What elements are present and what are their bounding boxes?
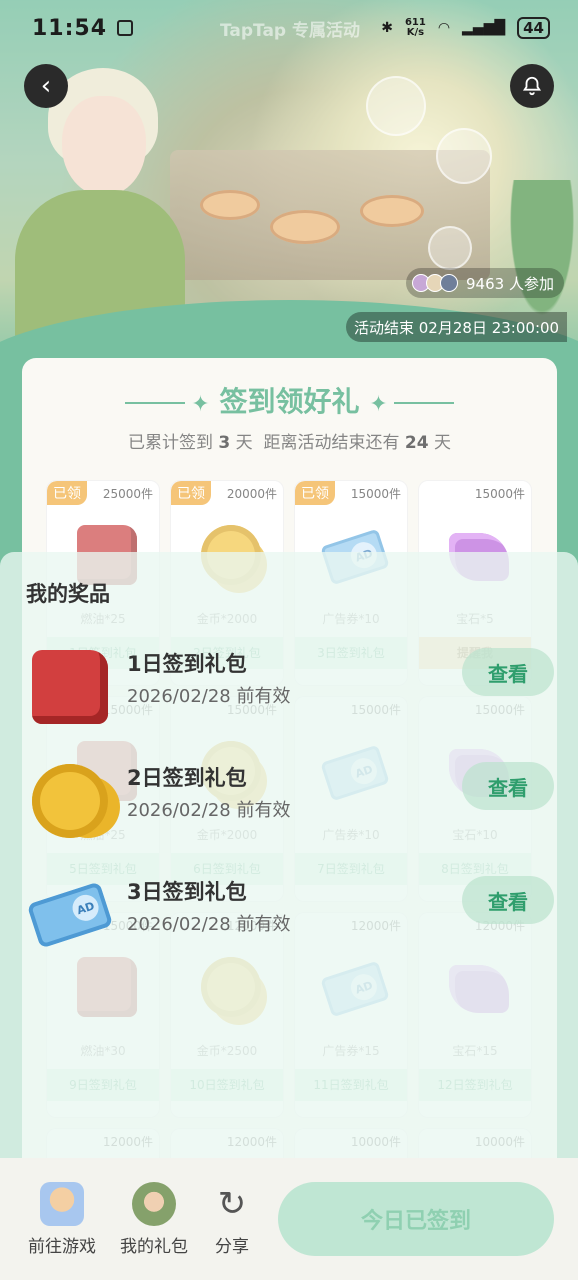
participants-badge: 9463 人参加: [406, 268, 564, 298]
wifi-icon: ◠: [437, 20, 451, 36]
prize-validity: 2026/02/28 前有效: [127, 800, 291, 821]
fuel-can-icon: [32, 650, 108, 724]
prize-name: 2日签到礼包: [127, 766, 247, 790]
gold-coins-icon: [32, 764, 108, 838]
participants-count: 9463 人参加: [466, 274, 554, 293]
status-bar: 11:54 TapTap 专属活动 ✱ 611 K/s ◠ ▂▄▆█ 44: [0, 0, 578, 56]
ad-ticket-icon: [26, 881, 114, 949]
my-gifts-label: 我的礼包: [120, 1237, 188, 1257]
bottom-action-bar: 前往游戏 我的礼包 ↻ 分享 今日已签到: [0, 1158, 578, 1280]
go-to-game-button[interactable]: 前往游戏: [22, 1182, 102, 1257]
prize-name: 3日签到礼包: [127, 880, 247, 904]
view-prize-button[interactable]: 查看: [462, 648, 554, 696]
go-to-game-label: 前往游戏: [28, 1237, 96, 1257]
share-icon: ↻: [217, 1184, 247, 1224]
signal-icon: ▂▄▆█: [462, 20, 506, 36]
event-end-time: 活动结束 02月28日 23:00:00: [346, 312, 568, 342]
status-time: 11:54: [32, 15, 108, 41]
net-speed-unit: K/s: [406, 27, 425, 38]
share-label: 分享: [215, 1237, 249, 1257]
prize-name: 1日签到礼包: [127, 652, 247, 676]
notification-icon: [117, 20, 134, 36]
battery-icon: 44: [517, 17, 550, 39]
status-center-text: TapTap 专属活动: [220, 21, 361, 41]
checked-in-today-button[interactable]: 今日已签到: [278, 1182, 554, 1256]
prize-item: 3日签到礼包 2026/02/28 前有效 查看: [0, 874, 578, 984]
bluetooth-icon: ✱: [381, 20, 393, 36]
prize-validity: 2026/02/28 前有效: [127, 686, 291, 707]
game-app-icon: [40, 1182, 84, 1226]
my-prizes-sheet: 我的奖品 1日签到礼包 2026/02/28 前有效 查看 2日签到礼包 202…: [0, 552, 578, 1158]
net-speed: 611 K/s: [405, 18, 426, 38]
bell-icon: [522, 76, 542, 96]
share-button[interactable]: ↻ 分享: [192, 1182, 272, 1257]
notification-bell-button[interactable]: [510, 64, 554, 108]
chevron-left-icon: ‹: [40, 71, 52, 101]
my-prizes-title: 我的奖品: [26, 582, 110, 606]
back-button[interactable]: ‹: [24, 64, 68, 108]
prize-validity: 2026/02/28 前有效: [127, 914, 291, 935]
my-gifts-button[interactable]: 我的礼包: [114, 1182, 194, 1257]
prize-item: 1日签到礼包 2026/02/28 前有效 查看: [0, 646, 578, 756]
view-prize-button[interactable]: 查看: [462, 762, 554, 810]
participant-avatar: [440, 274, 458, 292]
view-prize-button[interactable]: 查看: [462, 876, 554, 924]
prize-item: 2日签到礼包 2026/02/28 前有效 查看: [0, 760, 578, 870]
status-right: ✱ 611 K/s ◠ ▂▄▆█ 44: [381, 17, 550, 39]
gift-avatar-icon: [132, 1182, 176, 1226]
